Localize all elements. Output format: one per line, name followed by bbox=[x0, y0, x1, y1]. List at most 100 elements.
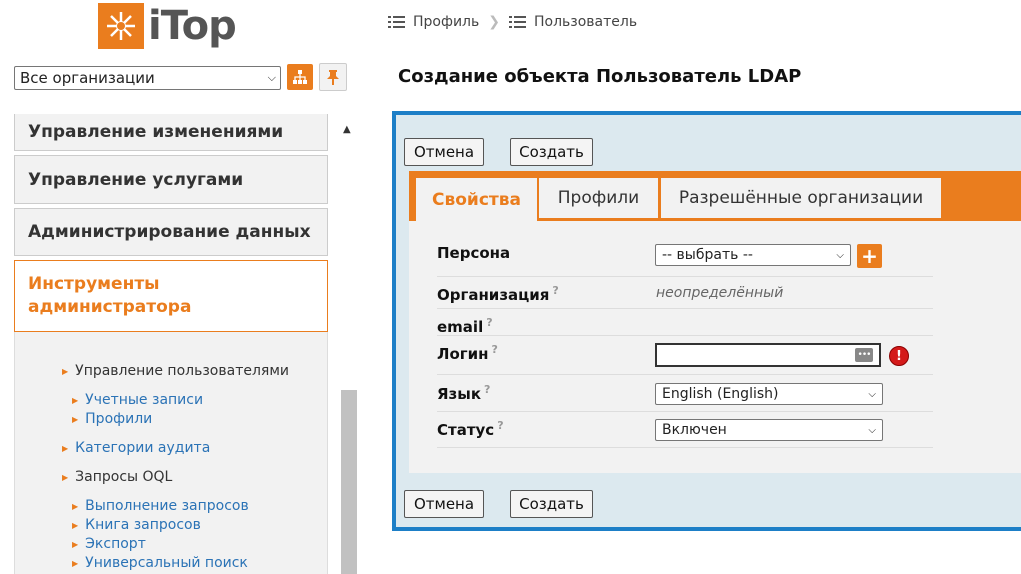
tree-item-label: Учетные записи bbox=[85, 392, 204, 408]
chevron-down-icon: ⌵ bbox=[868, 424, 876, 436]
status-select[interactable]: Включен ⌵ bbox=[655, 419, 883, 441]
bullet-arrow-icon: ▶ bbox=[62, 366, 69, 376]
chevron-down-icon: ⌵ bbox=[868, 388, 876, 400]
list-icon bbox=[508, 15, 526, 29]
row-divider bbox=[437, 447, 933, 448]
bullet-arrow-icon: ▶ bbox=[62, 443, 69, 453]
plus-icon: + bbox=[861, 244, 878, 268]
menu-group-data-administration[interactable]: Администрирование данных bbox=[14, 208, 328, 256]
label-text: Логин bbox=[437, 345, 489, 363]
page-title: Создание объекта Пользователь LDAP bbox=[398, 66, 802, 87]
sidebar-scrollbar-thumb[interactable] bbox=[341, 390, 357, 574]
tree-item-label: Управление пользователями bbox=[75, 363, 289, 379]
logo-icon bbox=[98, 3, 144, 49]
bullet-arrow-icon: ▶ bbox=[72, 395, 79, 405]
error-icon: ! bbox=[889, 346, 909, 366]
help-icon[interactable]: ? bbox=[486, 316, 492, 329]
person-select[interactable]: -- выбрать -- ⌵ bbox=[655, 244, 851, 266]
create-button[interactable]: Создать bbox=[510, 138, 593, 166]
tree-item-audit-categories[interactable]: ▶ Категории аудита bbox=[62, 440, 210, 456]
person-select-value: -- выбрать -- bbox=[662, 247, 753, 263]
hierarchy-icon bbox=[293, 70, 307, 84]
menu-group-label: Администрирование данных bbox=[28, 222, 311, 242]
bullet-arrow-icon: ▶ bbox=[72, 558, 79, 568]
create-button-bottom[interactable]: Создать bbox=[510, 490, 593, 518]
menu-group-admin-tools[interactable]: Инструменты администратора bbox=[14, 260, 328, 332]
breadcrumb-item-user[interactable]: Пользователь bbox=[534, 14, 637, 30]
bullet-arrow-icon: ▶ bbox=[72, 501, 79, 511]
sidebar: iTop Все организации ⌵ Управление измене… bbox=[0, 0, 380, 574]
tree-item-run-queries[interactable]: ▶ Выполнение запросов bbox=[72, 498, 249, 514]
tree-item-oql-queries[interactable]: ▶ Запросы OQL bbox=[62, 469, 172, 485]
org-hierarchy-button[interactable] bbox=[287, 64, 313, 90]
row-divider bbox=[437, 374, 933, 375]
field-label-person: Персона bbox=[437, 244, 510, 262]
tree-item-label: Запросы OQL bbox=[75, 469, 173, 485]
field-label-status: Статус? bbox=[437, 419, 504, 439]
help-icon[interactable]: ? bbox=[497, 419, 503, 432]
field-label-email: email? bbox=[437, 316, 493, 336]
bullet-arrow-icon: ▶ bbox=[72, 539, 79, 549]
field-label-language: Язык? bbox=[437, 383, 490, 403]
scroll-up-arrow-icon[interactable]: ▲ bbox=[343, 124, 351, 135]
tab-profiles[interactable]: Профили bbox=[539, 178, 658, 218]
language-select-value: English (English) bbox=[662, 386, 779, 402]
menu-group-label: Инструменты администратора bbox=[28, 274, 192, 317]
breadcrumb-item-profile[interactable]: Профиль bbox=[413, 14, 479, 30]
pin-icon bbox=[327, 70, 339, 85]
tree-item-label: Категории аудита bbox=[75, 440, 211, 456]
label-text: Персона bbox=[437, 244, 511, 262]
field-label-login: Логин? bbox=[437, 343, 498, 363]
row-divider bbox=[437, 411, 933, 412]
tree-item-universal-search[interactable]: ▶ Универсальный поиск bbox=[72, 555, 248, 571]
help-icon[interactable]: ? bbox=[484, 383, 490, 396]
tab-allowed-organizations[interactable]: Разрешённые организации bbox=[661, 178, 941, 218]
tab-properties[interactable]: Свойства bbox=[416, 178, 537, 222]
password-manager-icon[interactable]: ••• bbox=[855, 348, 873, 362]
field-label-organization: Организация? bbox=[437, 284, 559, 304]
bullet-arrow-icon: ▶ bbox=[62, 472, 69, 482]
main-content: Профиль ❯ Пользователь Создание объекта … bbox=[380, 0, 1021, 574]
bullet-arrow-icon: ▶ bbox=[72, 520, 79, 530]
itop-logo[interactable]: iTop bbox=[98, 2, 237, 50]
tree-item-user-management[interactable]: ▶ Управление пользователями bbox=[62, 363, 289, 379]
organization-value: неопределённый bbox=[656, 285, 784, 301]
tree-item-label: Выполнение запросов bbox=[85, 498, 249, 514]
status-select-value: Включен bbox=[662, 422, 727, 438]
label-text: Организация bbox=[437, 286, 550, 304]
organization-select[interactable]: Все организации ⌵ bbox=[14, 66, 281, 90]
logo-text: iTop bbox=[148, 3, 237, 49]
pin-menu-button[interactable] bbox=[319, 63, 347, 91]
tree-item-label: Профили bbox=[85, 411, 153, 427]
tree-item-label: Книга запросов bbox=[85, 517, 201, 533]
menu-group-service-management[interactable]: Управление услугами bbox=[14, 155, 328, 204]
tree-item-export[interactable]: ▶ Экспорт bbox=[72, 536, 146, 552]
label-text: email bbox=[437, 318, 484, 336]
row-divider bbox=[437, 335, 933, 336]
cancel-button-bottom[interactable]: Отмена bbox=[404, 490, 484, 518]
help-icon[interactable]: ? bbox=[491, 343, 497, 356]
list-icon bbox=[388, 15, 405, 29]
help-icon[interactable]: ? bbox=[552, 284, 558, 297]
label-text: Статус bbox=[437, 421, 495, 439]
menu-group-label: Управление услугами bbox=[28, 169, 244, 190]
organization-select-value: Все организации bbox=[20, 69, 155, 87]
tree-item-label: Экспорт bbox=[85, 536, 146, 552]
breadcrumb: Профиль ❯ Пользователь bbox=[388, 14, 637, 30]
tree-item-label: Универсальный поиск bbox=[85, 555, 248, 571]
chevron-down-icon: ⌵ bbox=[836, 249, 844, 261]
bullet-arrow-icon: ▶ bbox=[72, 414, 79, 424]
row-divider bbox=[437, 276, 933, 277]
menu-group-label: Управление изменениями bbox=[28, 122, 284, 142]
add-person-button[interactable]: + bbox=[857, 244, 882, 268]
chevron-right-icon: ❯ bbox=[488, 14, 500, 30]
tree-item-query-book[interactable]: ▶ Книга запросов bbox=[72, 517, 201, 533]
language-select[interactable]: English (English) ⌵ bbox=[655, 383, 883, 405]
menu-group-change-management[interactable]: Управление изменениями bbox=[14, 114, 328, 151]
cancel-button[interactable]: Отмена bbox=[404, 138, 484, 166]
label-text: Язык bbox=[437, 385, 482, 403]
login-input[interactable]: ••• bbox=[655, 343, 881, 367]
tree-item-accounts[interactable]: ▶ Учетные записи bbox=[72, 392, 203, 408]
tree-item-profiles[interactable]: ▶ Профили bbox=[72, 411, 152, 427]
chevron-down-icon: ⌵ bbox=[267, 71, 276, 84]
